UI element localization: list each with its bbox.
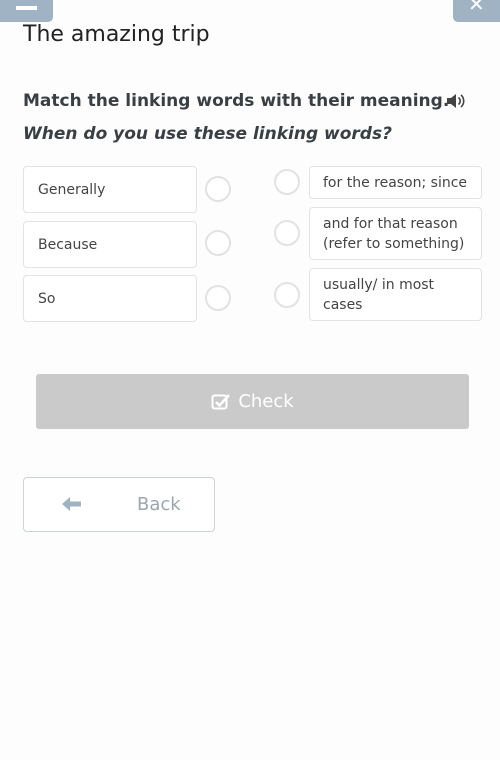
arrow-left-icon — [62, 497, 81, 511]
left-item-generally[interactable]: Generally — [23, 166, 197, 213]
right-connector-3[interactable] — [274, 282, 300, 308]
minimize-button[interactable] — [0, 0, 53, 22]
speaker-icon[interactable] — [446, 92, 466, 110]
right-item-label: for the reason; since — [323, 174, 468, 191]
left-connector-3[interactable] — [205, 285, 231, 311]
left-connector-1[interactable] — [205, 176, 231, 202]
back-label: Back — [137, 494, 181, 515]
left-item-because[interactable]: Because — [23, 221, 197, 268]
close-button[interactable]: ✕ — [453, 0, 500, 22]
left-connector-2[interactable] — [205, 230, 231, 256]
right-item-label: usually/ in most cases — [323, 276, 435, 313]
left-item-label: Generally — [38, 181, 106, 198]
right-item-usually[interactable]: usually/ in most cases — [309, 268, 482, 321]
page-title: The amazing trip — [23, 22, 210, 47]
back-button[interactable]: Back — [23, 477, 215, 532]
checkbox-check-icon — [211, 393, 231, 409]
minus-icon — [16, 6, 37, 10]
check-label: Check — [238, 391, 294, 412]
left-item-label: So — [38, 290, 56, 307]
right-connector-2[interactable] — [274, 220, 300, 246]
close-icon: ✕ — [468, 0, 485, 16]
exercise-question: When do you use these linking words? — [23, 124, 392, 144]
right-connector-1[interactable] — [274, 169, 300, 195]
left-item-label: Because — [38, 236, 98, 253]
right-item-for-that-reason[interactable]: and for that reason (refer to something) — [309, 207, 482, 260]
check-button[interactable]: Check — [36, 374, 469, 429]
left-item-so[interactable]: So — [23, 275, 197, 322]
exercise-instruction: Match the linking words with their meani… — [23, 91, 450, 111]
right-item-reason-since[interactable]: for the reason; since — [309, 166, 482, 199]
right-item-label: and for that reason (refer to something) — [323, 215, 465, 252]
